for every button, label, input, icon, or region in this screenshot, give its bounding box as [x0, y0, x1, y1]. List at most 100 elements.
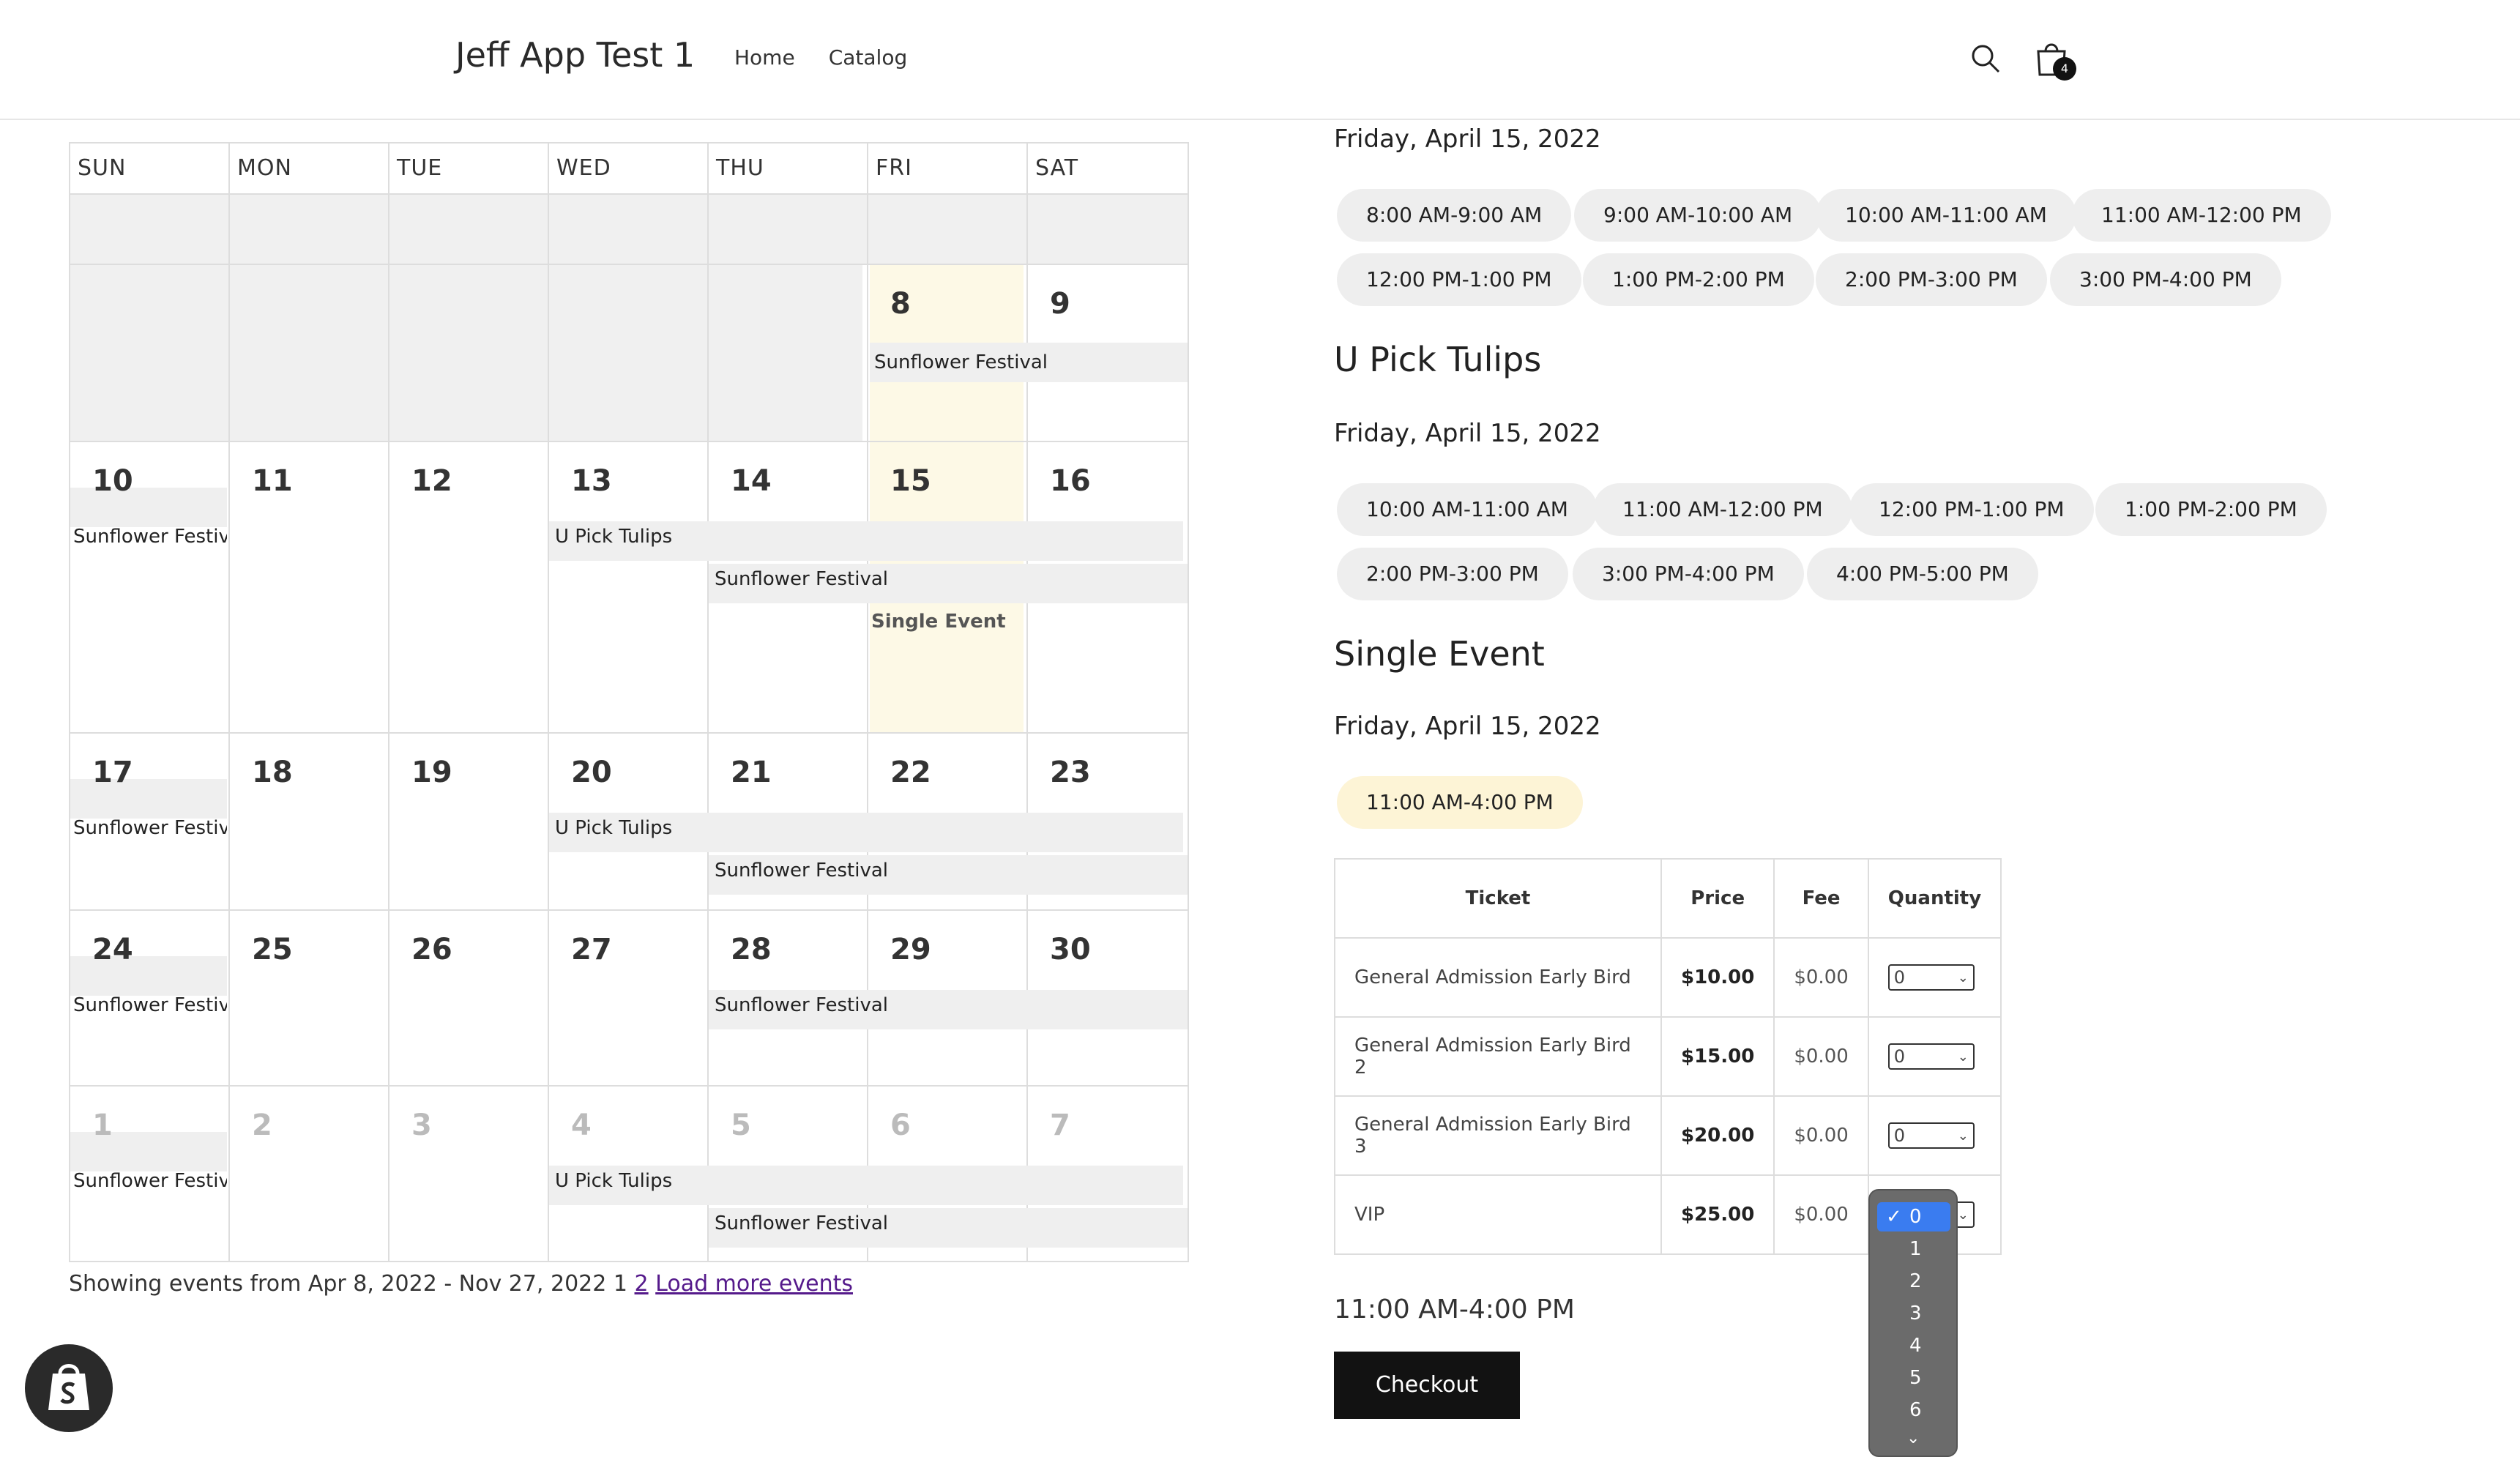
dropdown-option[interactable]: 4	[1877, 1331, 1950, 1360]
time-slot-button[interactable]: 10:00 AM-11:00 AM	[1337, 483, 1598, 536]
event-label-sunflower[interactable]: Sunflower Festiva	[73, 817, 227, 839]
event-label-tulips[interactable]: U Pick Tulips	[555, 526, 672, 548]
scroll-down-chevron-icon[interactable]: ⌄	[1906, 1429, 1920, 1447]
day-number[interactable]: 23	[1050, 756, 1091, 789]
day-number[interactable]: 10	[92, 464, 133, 498]
day-number[interactable]: 6	[890, 1108, 911, 1142]
brand-name[interactable]: Jeff App Test 1	[455, 35, 695, 75]
ticket-price: $10.00	[1660, 937, 1775, 1018]
event-label-sunflower[interactable]: Sunflower Festiva	[73, 994, 227, 1016]
time-slot-button[interactable]: 12:00 PM-1:00 PM	[1337, 253, 1581, 306]
dropdown-option[interactable]: 3	[1877, 1299, 1950, 1328]
event-label-tulips[interactable]: U Pick Tulips	[555, 817, 672, 839]
shopify-bag-icon[interactable]	[25, 1344, 113, 1432]
load-more-link[interactable]: Load more events	[655, 1271, 853, 1297]
calendar-weekday-header: SUN MON TUE WED THU FRI SAT	[70, 144, 1188, 195]
event-label-sunflower[interactable]: Sunflower Festival	[715, 994, 888, 1016]
ticket-price: $20.00	[1660, 1095, 1775, 1176]
quantity-select[interactable]: 0 ⌄	[1887, 1122, 1975, 1149]
day-number[interactable]: 26	[411, 933, 452, 966]
ticket-name: General Admission Early Bird	[1334, 937, 1662, 1018]
pagination-page-2[interactable]: 2	[635, 1271, 649, 1297]
day-number[interactable]: 30	[1050, 933, 1091, 966]
col-price: Price	[1660, 858, 1775, 939]
time-slot-button[interactable]: 8:00 AM-9:00 AM	[1337, 189, 1572, 242]
day-number[interactable]: 13	[571, 464, 612, 498]
time-slot-button[interactable]: 2:00 PM-3:00 PM	[1816, 253, 2047, 306]
day-number[interactable]: 16	[1050, 464, 1091, 498]
time-slot-button[interactable]: 11:00 AM-12:00 PM	[1593, 483, 1852, 536]
day-number[interactable]: 5	[731, 1108, 751, 1142]
day-number[interactable]: 4	[571, 1108, 592, 1142]
time-slot-button[interactable]: 1:00 PM-2:00 PM	[1583, 253, 1814, 306]
day-number[interactable]: 7	[1050, 1108, 1070, 1142]
day-number[interactable]: 28	[731, 933, 772, 966]
day-number[interactable]: 22	[890, 756, 931, 789]
chevron-down-icon: ⌄	[1957, 1048, 1969, 1065]
empty-days-before-month	[70, 264, 862, 441]
dropdown-option[interactable]: 1	[1877, 1234, 1950, 1264]
event-label-sunflower[interactable]: Sunflower Festiva	[73, 1170, 227, 1192]
day-number[interactable]: 21	[731, 756, 772, 789]
day-number[interactable]: 20	[571, 756, 612, 789]
day-number[interactable]: 19	[411, 756, 452, 789]
dow-sat: SAT	[1035, 155, 1079, 181]
day-number[interactable]: 14	[731, 464, 772, 498]
dow-tue: TUE	[397, 155, 443, 181]
nav-home[interactable]: Home	[734, 45, 795, 70]
event-label-tulips[interactable]: U Pick Tulips	[555, 1170, 672, 1192]
event-label-sunflower[interactable]: Sunflower Festival	[715, 568, 888, 590]
quantity-value: 0	[1893, 967, 1906, 988]
time-slot-button[interactable]: 3:00 PM-4:00 PM	[2050, 253, 2281, 306]
ticket-fee: $0.00	[1773, 1174, 1869, 1255]
event-label-sunflower[interactable]: Sunflower Festival	[715, 860, 888, 882]
dropdown-option[interactable]: 6	[1877, 1395, 1950, 1425]
checkmark-icon: ✓	[1886, 1206, 1902, 1228]
ticket-price: $15.00	[1660, 1016, 1775, 1097]
chevron-down-icon: ⌄	[1957, 1207, 1969, 1223]
day-number[interactable]: 27	[571, 933, 612, 966]
day-number[interactable]: 12	[411, 464, 452, 498]
event-label-sunflower[interactable]: Sunflower Festiva	[73, 526, 227, 548]
time-slot-button[interactable]: 12:00 PM-1:00 PM	[1849, 483, 2094, 536]
nav-catalog[interactable]: Catalog	[829, 45, 908, 70]
dropdown-option[interactable]: 5	[1877, 1363, 1950, 1393]
checkout-button[interactable]: Checkout	[1334, 1352, 1520, 1419]
shopify-logo-icon	[48, 1364, 89, 1410]
day-number[interactable]: 18	[252, 756, 293, 789]
time-slot-button[interactable]: 10:00 AM-11:00 AM	[1816, 189, 2076, 242]
day-number[interactable]: 17	[92, 756, 133, 789]
quantity-select[interactable]: 0 ⌄	[1887, 1043, 1975, 1070]
events-range-text: Showing events from Apr 8, 2022 - Nov 27…	[69, 1271, 853, 1297]
time-slot-button[interactable]: 9:00 AM-10:00 AM	[1574, 189, 1822, 242]
search-icon[interactable]	[1969, 42, 2002, 75]
time-slot-button-selected[interactable]: 11:00 AM-4:00 PM	[1337, 776, 1583, 829]
event-label-single[interactable]: Single Event	[871, 611, 1006, 633]
time-slot-button[interactable]: 11:00 AM-12:00 PM	[2072, 189, 2331, 242]
day-number[interactable]: 15	[890, 464, 931, 498]
day-number[interactable]: 9	[1050, 287, 1070, 321]
quantity-dropdown-list[interactable]: ✓ 0 1 2 3 4 5 6 ⌄	[1868, 1189, 1958, 1457]
table-row: General Admission Early Bird 3 $20.00 $0…	[1334, 1095, 2002, 1176]
time-slot-button[interactable]: 4:00 PM-5:00 PM	[1807, 548, 2038, 600]
cart-count-badge: 4	[2053, 57, 2076, 81]
dropdown-option[interactable]: 2	[1877, 1267, 1950, 1296]
day-number[interactable]: 29	[890, 933, 931, 966]
time-slot-button[interactable]: 3:00 PM-4:00 PM	[1573, 548, 1804, 600]
event-label-sunflower[interactable]: Sunflower Festival	[874, 351, 1182, 373]
time-slot-button[interactable]: 1:00 PM-2:00 PM	[2095, 483, 2327, 536]
ticket-fee: $0.00	[1773, 937, 1869, 1018]
day-number[interactable]: 1	[92, 1108, 113, 1142]
day-number[interactable]: 8	[890, 287, 911, 321]
time-slot-button[interactable]: 2:00 PM-3:00 PM	[1337, 548, 1568, 600]
ticket-name: VIP	[1334, 1174, 1662, 1255]
day-number[interactable]: 11	[252, 464, 293, 498]
quantity-select[interactable]: 0 ⌄	[1887, 964, 1975, 991]
day-number[interactable]: 24	[92, 933, 133, 966]
event-label-sunflower[interactable]: Sunflower Festival	[715, 1212, 888, 1234]
day-number[interactable]: 3	[411, 1108, 432, 1142]
day-number[interactable]: 2	[252, 1108, 272, 1142]
today-highlight	[870, 264, 1024, 732]
dropdown-option-selected[interactable]: ✓ 0	[1877, 1202, 1950, 1231]
day-number[interactable]: 25	[252, 933, 293, 966]
